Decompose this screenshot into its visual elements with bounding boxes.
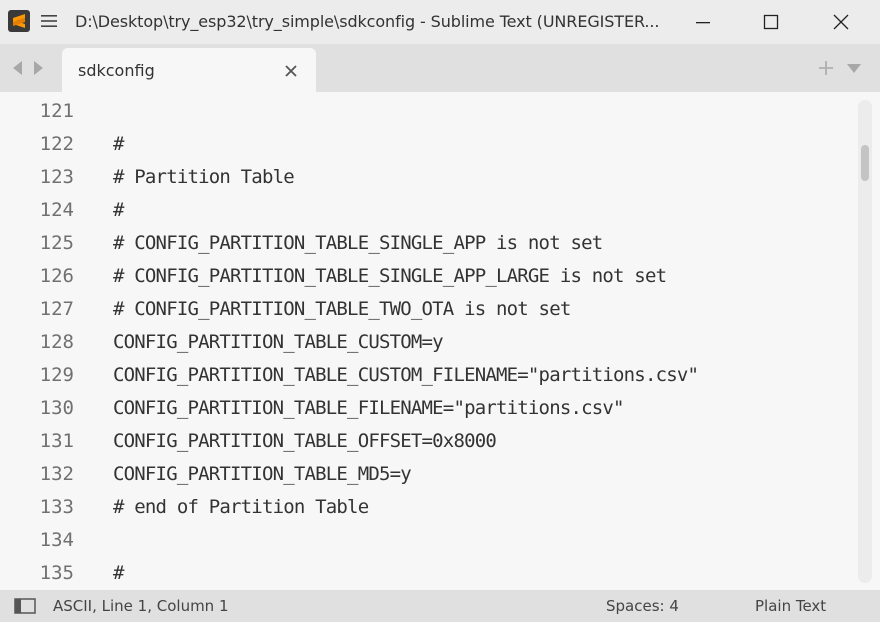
line-number: 128 <box>39 331 74 353</box>
line-number: 126 <box>39 265 74 287</box>
code-line[interactable]: # Partition Table <box>113 164 698 197</box>
code-line[interactable]: CONFIG_PARTITION_TABLE_FILENAME="partiti… <box>113 395 698 428</box>
window-title: D:\Desktop\try_esp32\try_simple\sdkconfi… <box>75 12 660 31</box>
title-bar: D:\Desktop\try_esp32\try_simple\sdkconfi… <box>0 0 880 44</box>
line-number: 129 <box>39 364 74 386</box>
line-number: 134 <box>39 529 74 551</box>
code-line[interactable]: # <box>113 131 698 164</box>
scrollbar-thumb[interactable] <box>861 145 869 181</box>
chevron-right-icon[interactable] <box>30 58 46 78</box>
cursor-position[interactable]: ASCII, Line 1, Column 1 <box>53 597 229 615</box>
code-line[interactable] <box>113 98 698 131</box>
code-line[interactable]: CONFIG_PARTITION_TABLE_CUSTOM_FILENAME="… <box>113 362 699 395</box>
status-bar: ASCII, Line 1, Column 1 Spaces: 4 Plain … <box>0 590 880 622</box>
tab-bar: sdkconfig <box>0 44 880 92</box>
editor-area[interactable]: 121 122 123 124 125 126 127 128 129 130 … <box>0 92 880 590</box>
maximize-icon <box>763 14 779 30</box>
code-line[interactable]: CONFIG_PARTITION_TABLE_OFFSET=0x8000 <box>113 428 698 461</box>
line-number: 124 <box>39 199 74 221</box>
line-number: 125 <box>39 232 74 254</box>
line-number: 123 <box>39 166 74 188</box>
code-line[interactable]: # <box>113 560 698 590</box>
close-icon <box>833 14 849 30</box>
code-line[interactable]: CONFIG_PARTITION_TABLE_CUSTOM=y <box>113 329 698 362</box>
hamburger-menu-icon[interactable] <box>40 12 58 30</box>
tab-sdkconfig[interactable]: sdkconfig <box>62 48 316 92</box>
code-line[interactable]: # CONFIG_PARTITION_TABLE_SINGLE_APP is n… <box>113 230 698 263</box>
line-number-gutter: 121 122 123 124 125 126 127 128 129 130 … <box>0 98 78 590</box>
chevron-down-icon[interactable] <box>845 61 863 75</box>
code-line[interactable]: CONFIG_PARTITION_TABLE_MD5=y <box>113 461 698 494</box>
tab-label: sdkconfig <box>78 61 155 80</box>
line-number: 135 <box>39 562 74 584</box>
syntax-selector[interactable]: Plain Text <box>755 597 826 615</box>
line-number: 130 <box>39 397 74 419</box>
code-line[interactable] <box>113 527 698 560</box>
toggle-panel-icon[interactable] <box>14 598 36 614</box>
chevron-left-icon[interactable] <box>10 58 26 78</box>
line-number: 132 <box>39 463 74 485</box>
new-tab-icon[interactable] <box>817 59 835 77</box>
code-line[interactable]: # CONFIG_PARTITION_TABLE_TWO_OTA is not … <box>113 296 698 329</box>
code-text[interactable]: # # Partition Table # # CONFIG_PARTITION… <box>113 98 699 590</box>
line-number: 121 <box>39 100 74 122</box>
minimize-icon <box>696 22 710 24</box>
line-number: 127 <box>39 298 74 320</box>
line-number: 131 <box>39 430 74 452</box>
tab-navigation <box>10 58 46 78</box>
code-line[interactable]: # <box>113 197 698 230</box>
line-number: 133 <box>39 496 74 518</box>
indentation-setting[interactable]: Spaces: 4 <box>606 597 679 615</box>
line-number: 122 <box>39 133 74 155</box>
close-tab-icon[interactable] <box>284 64 298 78</box>
code-line[interactable]: # CONFIG_PARTITION_TABLE_SINGLE_APP_LARG… <box>113 263 698 296</box>
minimize-button[interactable] <box>674 0 732 44</box>
close-window-button[interactable] <box>812 0 870 44</box>
maximize-button[interactable] <box>742 0 800 44</box>
code-line[interactable]: # end of Partition Table <box>113 494 698 527</box>
sublime-logo-icon <box>8 10 30 32</box>
